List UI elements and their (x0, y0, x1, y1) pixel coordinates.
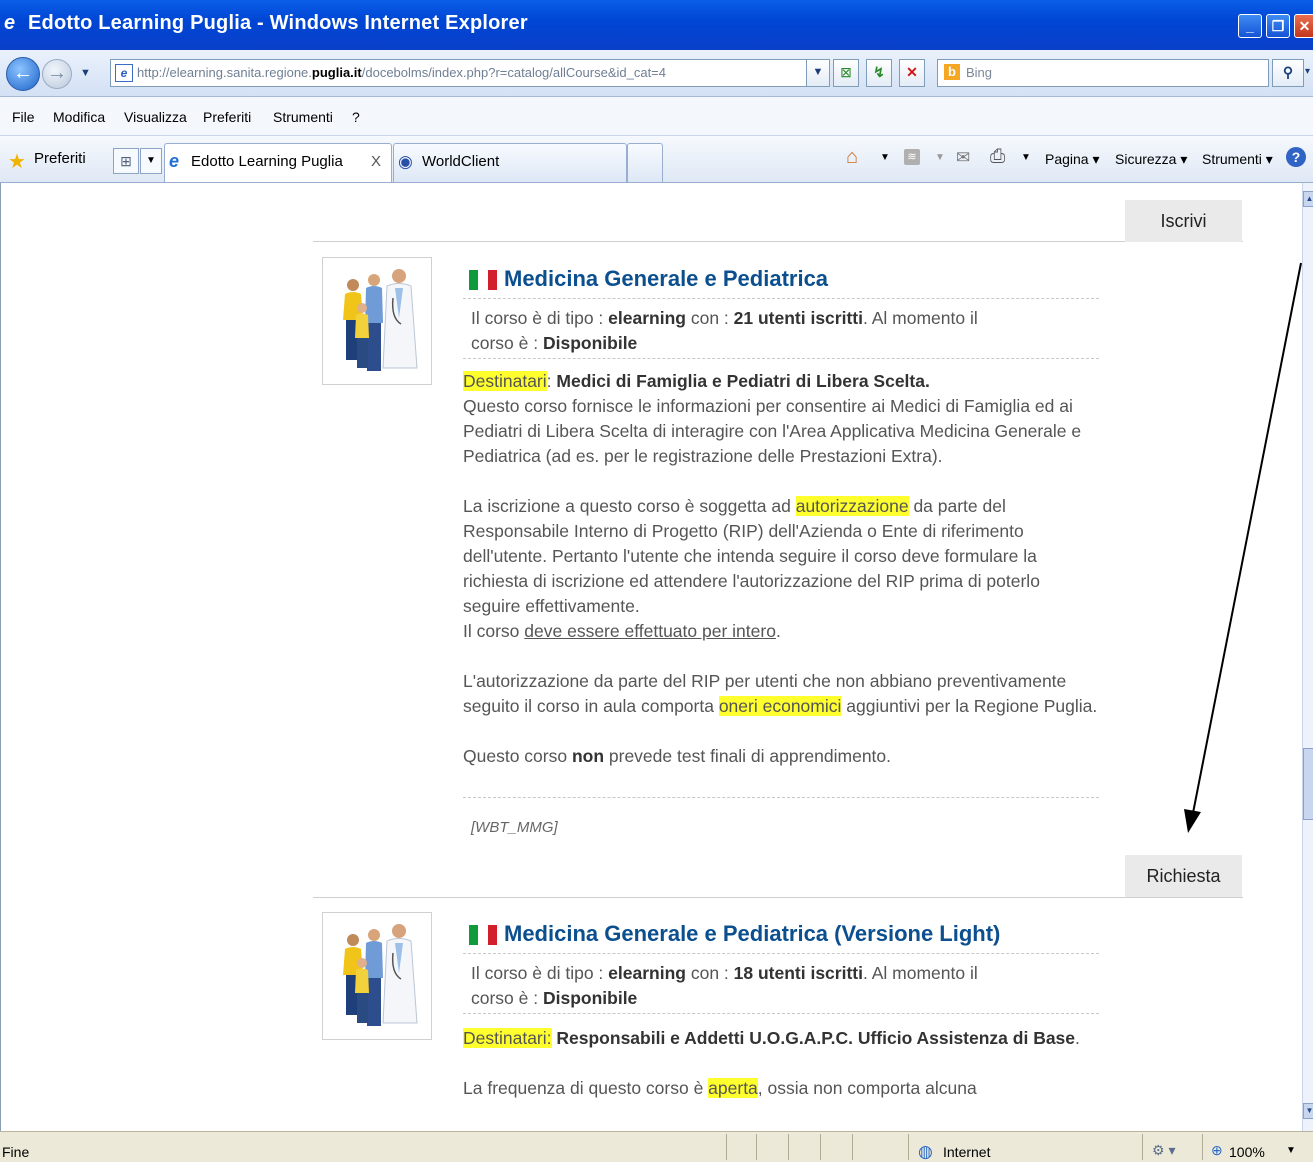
strumenti-menu[interactable]: Strumenti ▾ (1202, 151, 1273, 168)
security-zone-label: Internet (943, 1144, 991, 1160)
iscrivi-button[interactable]: Iscrivi (1125, 200, 1242, 242)
sicurezza-menu[interactable]: Sicurezza ▾ (1115, 151, 1187, 168)
menu-strumenti[interactable]: Strumenti (273, 109, 333, 125)
ie-logo-icon: e (4, 12, 16, 34)
course-code: [WBT_MMG] (471, 819, 558, 836)
tab-label: Edotto Learning Puglia (191, 153, 343, 170)
quick-tabs-icon[interactable]: ⊞ (113, 148, 139, 174)
tab-label: WorldClient (422, 153, 500, 170)
status-divider (788, 1134, 789, 1160)
family-doctor-image (343, 924, 418, 1026)
course-separator (313, 241, 1243, 242)
close-tab-icon[interactable]: X (371, 153, 381, 170)
menu-bar (0, 97, 1313, 136)
status-divider (908, 1134, 909, 1160)
course-title-link[interactable]: Medicina Generale e Pediatrica (Versione… (504, 921, 1000, 947)
menu-modifica[interactable]: Modifica (53, 109, 105, 125)
course-description: Destinatari: Responsabili e Addetti U.O.… (463, 1028, 1080, 1098)
divider (463, 1013, 1099, 1014)
status-divider (726, 1134, 727, 1160)
read-mail-icon[interactable]: ✉ (956, 148, 970, 168)
ie-page-icon: e (169, 151, 180, 171)
status-bar (0, 1131, 1313, 1162)
search-icon[interactable]: ⚲ (1272, 59, 1304, 87)
course-description: Destinatari: Medici di Famiglia e Pediat… (463, 371, 1098, 766)
title-bar: e Edotto Learning Puglia - Windows Inter… (0, 0, 1313, 50)
history-dropdown-icon[interactable]: ▼ (80, 67, 91, 79)
divider (463, 797, 1099, 798)
status-divider (1202, 1134, 1203, 1160)
menu-preferiti[interactable]: Preferiti (203, 109, 251, 125)
refresh-button[interactable]: ↯ (866, 59, 892, 87)
favorites-star-icon[interactable]: ★ (8, 149, 26, 174)
address-field[interactable]: e http://elearning.sanita.regione.puglia… (110, 59, 830, 87)
home-icon[interactable]: ⌂ (846, 146, 858, 169)
zoom-icon[interactable]: ⊕ (1211, 1142, 1223, 1159)
annotation-arrow (1184, 262, 1302, 833)
bing-icon: b (944, 64, 960, 80)
scroll-up-button[interactable]: ▲ (1303, 191, 1313, 207)
page-icon: e (115, 64, 133, 82)
search-placeholder: Bing (966, 65, 993, 80)
divider (463, 953, 1099, 954)
zoom-dropdown-icon[interactable]: ▼ (1286, 1145, 1296, 1156)
address-url: http://elearning.sanita.regione.puglia.i… (137, 65, 666, 80)
menu-help[interactable]: ? (352, 109, 360, 125)
menu-file[interactable]: File (12, 109, 35, 125)
pagina-menu[interactable]: Pagina ▾ (1045, 151, 1100, 168)
help-icon[interactable]: ? (1286, 147, 1306, 167)
restore-button[interactable]: ❐ (1266, 14, 1290, 38)
course-separator (313, 897, 1243, 898)
forward-button[interactable]: → (42, 59, 72, 89)
scroll-down-button[interactable]: ▼ (1303, 1103, 1313, 1119)
tab-edotto[interactable]: e Edotto Learning Puglia X (164, 143, 392, 182)
compatibility-view-icon[interactable]: ⊠ (833, 59, 859, 87)
italian-flag-icon (469, 270, 497, 290)
zoom-level[interactable]: 100% (1229, 1144, 1265, 1160)
back-button[interactable]: ← (6, 57, 40, 91)
status-text: Fine (2, 1144, 30, 1160)
feeds-icon[interactable]: ≋ (904, 149, 920, 165)
close-window-button[interactable]: ✕ (1294, 14, 1313, 38)
search-options-icon[interactable]: ▾ (1305, 66, 1310, 77)
tab-worldclient[interactable]: ◉ WorldClient (393, 143, 627, 182)
window-title: Edotto Learning Puglia - Windows Interne… (28, 12, 528, 34)
family-doctor-image (343, 269, 418, 371)
favorites-button[interactable]: Preferiti (34, 150, 86, 167)
minimize-button[interactable]: _ (1238, 14, 1262, 38)
course-thumbnail (322, 912, 432, 1040)
divider (463, 298, 1099, 299)
course-title-link[interactable]: Medicina Generale e Pediatrica (504, 266, 828, 292)
feeds-dropdown-icon[interactable]: ▼ (935, 152, 945, 163)
internet-zone-icon: ◍ (918, 1142, 933, 1161)
search-input[interactable]: b Bing (937, 59, 1269, 87)
protected-mode-icon[interactable]: ⚙ ▾ (1152, 1142, 1175, 1159)
richiesta-button[interactable]: Richiesta (1125, 855, 1242, 897)
home-dropdown-icon[interactable]: ▼ (880, 152, 890, 163)
status-divider (756, 1134, 757, 1160)
scroll-thumb[interactable] (1303, 748, 1313, 820)
course-info: Il corso è di tipo : elearning con : 18 … (471, 963, 978, 1008)
new-tab-button[interactable] (627, 143, 663, 182)
course-thumbnail (322, 257, 432, 385)
address-dropdown-button[interactable]: ▼ (806, 59, 830, 87)
print-icon[interactable]: ⎙ (990, 146, 1005, 168)
divider (463, 358, 1099, 359)
page-content: Iscrivi Medicina Generale e Pediatrica I… (0, 183, 1303, 1131)
status-divider (1142, 1134, 1143, 1160)
globe-icon: ◉ (398, 152, 413, 171)
course-info: Il corso è di tipo : elearning con : 21 … (471, 308, 978, 353)
tab-list-dropdown-icon[interactable]: ▼ (140, 148, 162, 174)
print-dropdown-icon[interactable]: ▼ (1021, 152, 1031, 163)
italian-flag-icon (469, 925, 497, 945)
status-divider (820, 1134, 821, 1160)
menu-visualizza[interactable]: Visualizza (124, 109, 187, 125)
vertical-scrollbar[interactable]: ▲ ▼ (1302, 183, 1313, 1131)
stop-button[interactable]: ✕ (899, 59, 925, 87)
status-divider (852, 1134, 853, 1160)
